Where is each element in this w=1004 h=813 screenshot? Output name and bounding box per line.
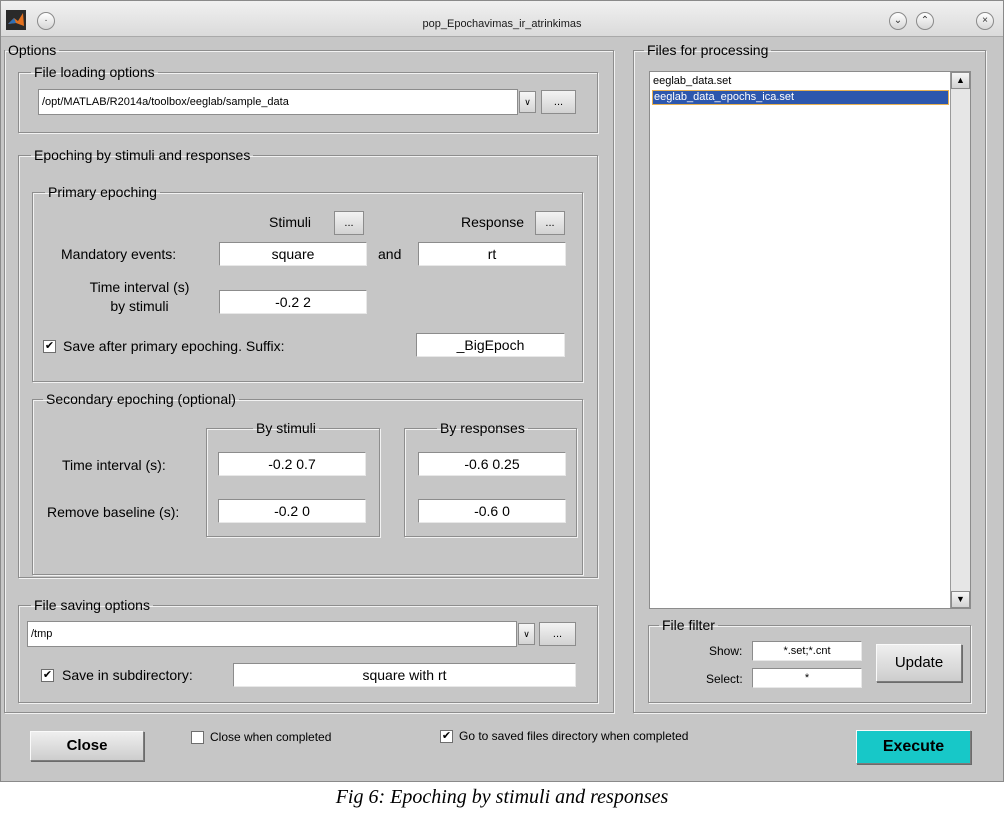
primary-epoching-legend: Primary epoching [48,184,157,200]
response-column-label: Response [461,214,525,230]
goto-saved-checkbox[interactable]: ✔ [440,730,453,743]
update-button[interactable]: Update [876,644,962,682]
checkmark-icon: ✔ [42,669,53,681]
save-subdirectory-label: Save in subdirectory: [62,667,193,683]
goto-saved-label: Go to saved files directory when complet… [459,729,689,743]
save-subdirectory-checkbox[interactable]: ✔ [41,669,54,682]
select-filter-input[interactable]: * [752,668,862,688]
suffix-input[interactable]: _BigEpoch [416,333,565,357]
checkmark-icon: ✔ [441,730,452,742]
title-bar: · pop_Epochavimas_ir_atrinkimas ⌄ ⌃ × [1,1,1003,37]
secondary-time-interval-label: Time interval (s): [62,457,166,473]
maximize-button[interactable]: ⌃ [916,12,934,30]
scroll-up-arrow-icon[interactable]: ▲ [951,72,970,89]
stimuli-remove-baseline-input[interactable]: -0.2 0 [218,499,366,523]
mandatory-events-label: Mandatory events: [61,246,177,262]
show-filter-label: Show: [709,644,743,658]
load-path-browse-button[interactable]: ... [541,90,576,114]
checkmark-icon: ✔ [44,340,55,352]
figure-caption: Fig 6: Epoching by stimuli and responses [335,786,669,808]
close-when-completed-checkbox[interactable] [191,731,204,744]
remove-baseline-label: Remove baseline (s): [47,504,180,520]
responses-time-interval-input[interactable]: -0.6 0.25 [418,452,566,476]
file-list[interactable]: eeglab_data.set eeglab_data_epochs_ica.s… [649,71,971,609]
response-browse-button[interactable]: ... [535,211,565,235]
file-saving-group: File saving options [18,598,598,703]
and-label: and [378,246,402,262]
minimize-button[interactable]: ⌄ [889,12,907,30]
load-path-dropdown[interactable]: /opt/MATLAB/R2014a/toolbox/eeglab/sample… [38,89,518,115]
file-list-scrollbar[interactable]: ▲ ▼ [950,72,970,608]
subdirectory-input[interactable]: square with rt [233,663,576,687]
save-path-browse-button[interactable]: ... [539,622,576,646]
close-window-button[interactable]: × [976,12,994,30]
secondary-epoching-legend: Secondary epoching (optional) [46,391,236,407]
file-loading-legend: File loading options [34,64,155,80]
dialog-window: · pop_Epochavimas_ir_atrinkimas ⌄ ⌃ × Op… [0,0,1004,782]
options-legend: Options [8,42,57,58]
save-primary-label: Save after primary epoching. Suffix: [63,338,285,354]
save-path-dropdown[interactable]: /tmp [27,621,517,647]
load-path-dropdown-arrow[interactable]: ∨ [519,91,536,113]
file-filter-legend: File filter [662,617,715,633]
save-path-dropdown-arrow[interactable]: ∨ [518,623,535,645]
epoching-legend: Epoching by stimuli and responses [34,147,251,163]
stimuli-browse-button[interactable]: ... [334,211,364,235]
file-saving-legend: File saving options [34,597,150,613]
close-button[interactable]: Close [30,731,144,761]
select-filter-label: Select: [706,672,743,686]
list-item[interactable]: eeglab_data_epochs_ica.set [652,90,949,105]
time-interval-label-line1: Time interval (s) [89,279,190,295]
chevron-down-icon: ∨ [524,97,531,107]
execute-button[interactable]: Execute [856,730,971,764]
save-primary-checkbox[interactable]: ✔ [43,340,56,353]
show-filter-input[interactable]: *.set;*.cnt [752,641,862,661]
by-responses-legend: By responses [440,420,525,436]
files-legend: Files for processing [647,42,769,58]
list-item[interactable]: eeglab_data.set [652,74,949,89]
responses-remove-baseline-input[interactable]: -0.6 0 [418,499,566,523]
response-events-input[interactable]: rt [418,242,566,266]
stimuli-time-interval-input[interactable]: -0.2 0.7 [218,452,366,476]
primary-time-interval-input[interactable]: -0.2 2 [219,290,367,314]
by-stimuli-legend: By stimuli [256,420,316,436]
close-when-completed-label: Close when completed [210,730,332,744]
time-interval-label-line2: by stimuli [110,298,169,314]
window-title: pop_Epochavimas_ir_atrinkimas [422,18,582,30]
chevron-down-icon: ∨ [523,629,530,639]
stimuli-column-label: Stimuli [269,214,312,230]
scroll-down-arrow-icon[interactable]: ▼ [951,591,970,608]
stimuli-events-input[interactable]: square [219,242,367,266]
